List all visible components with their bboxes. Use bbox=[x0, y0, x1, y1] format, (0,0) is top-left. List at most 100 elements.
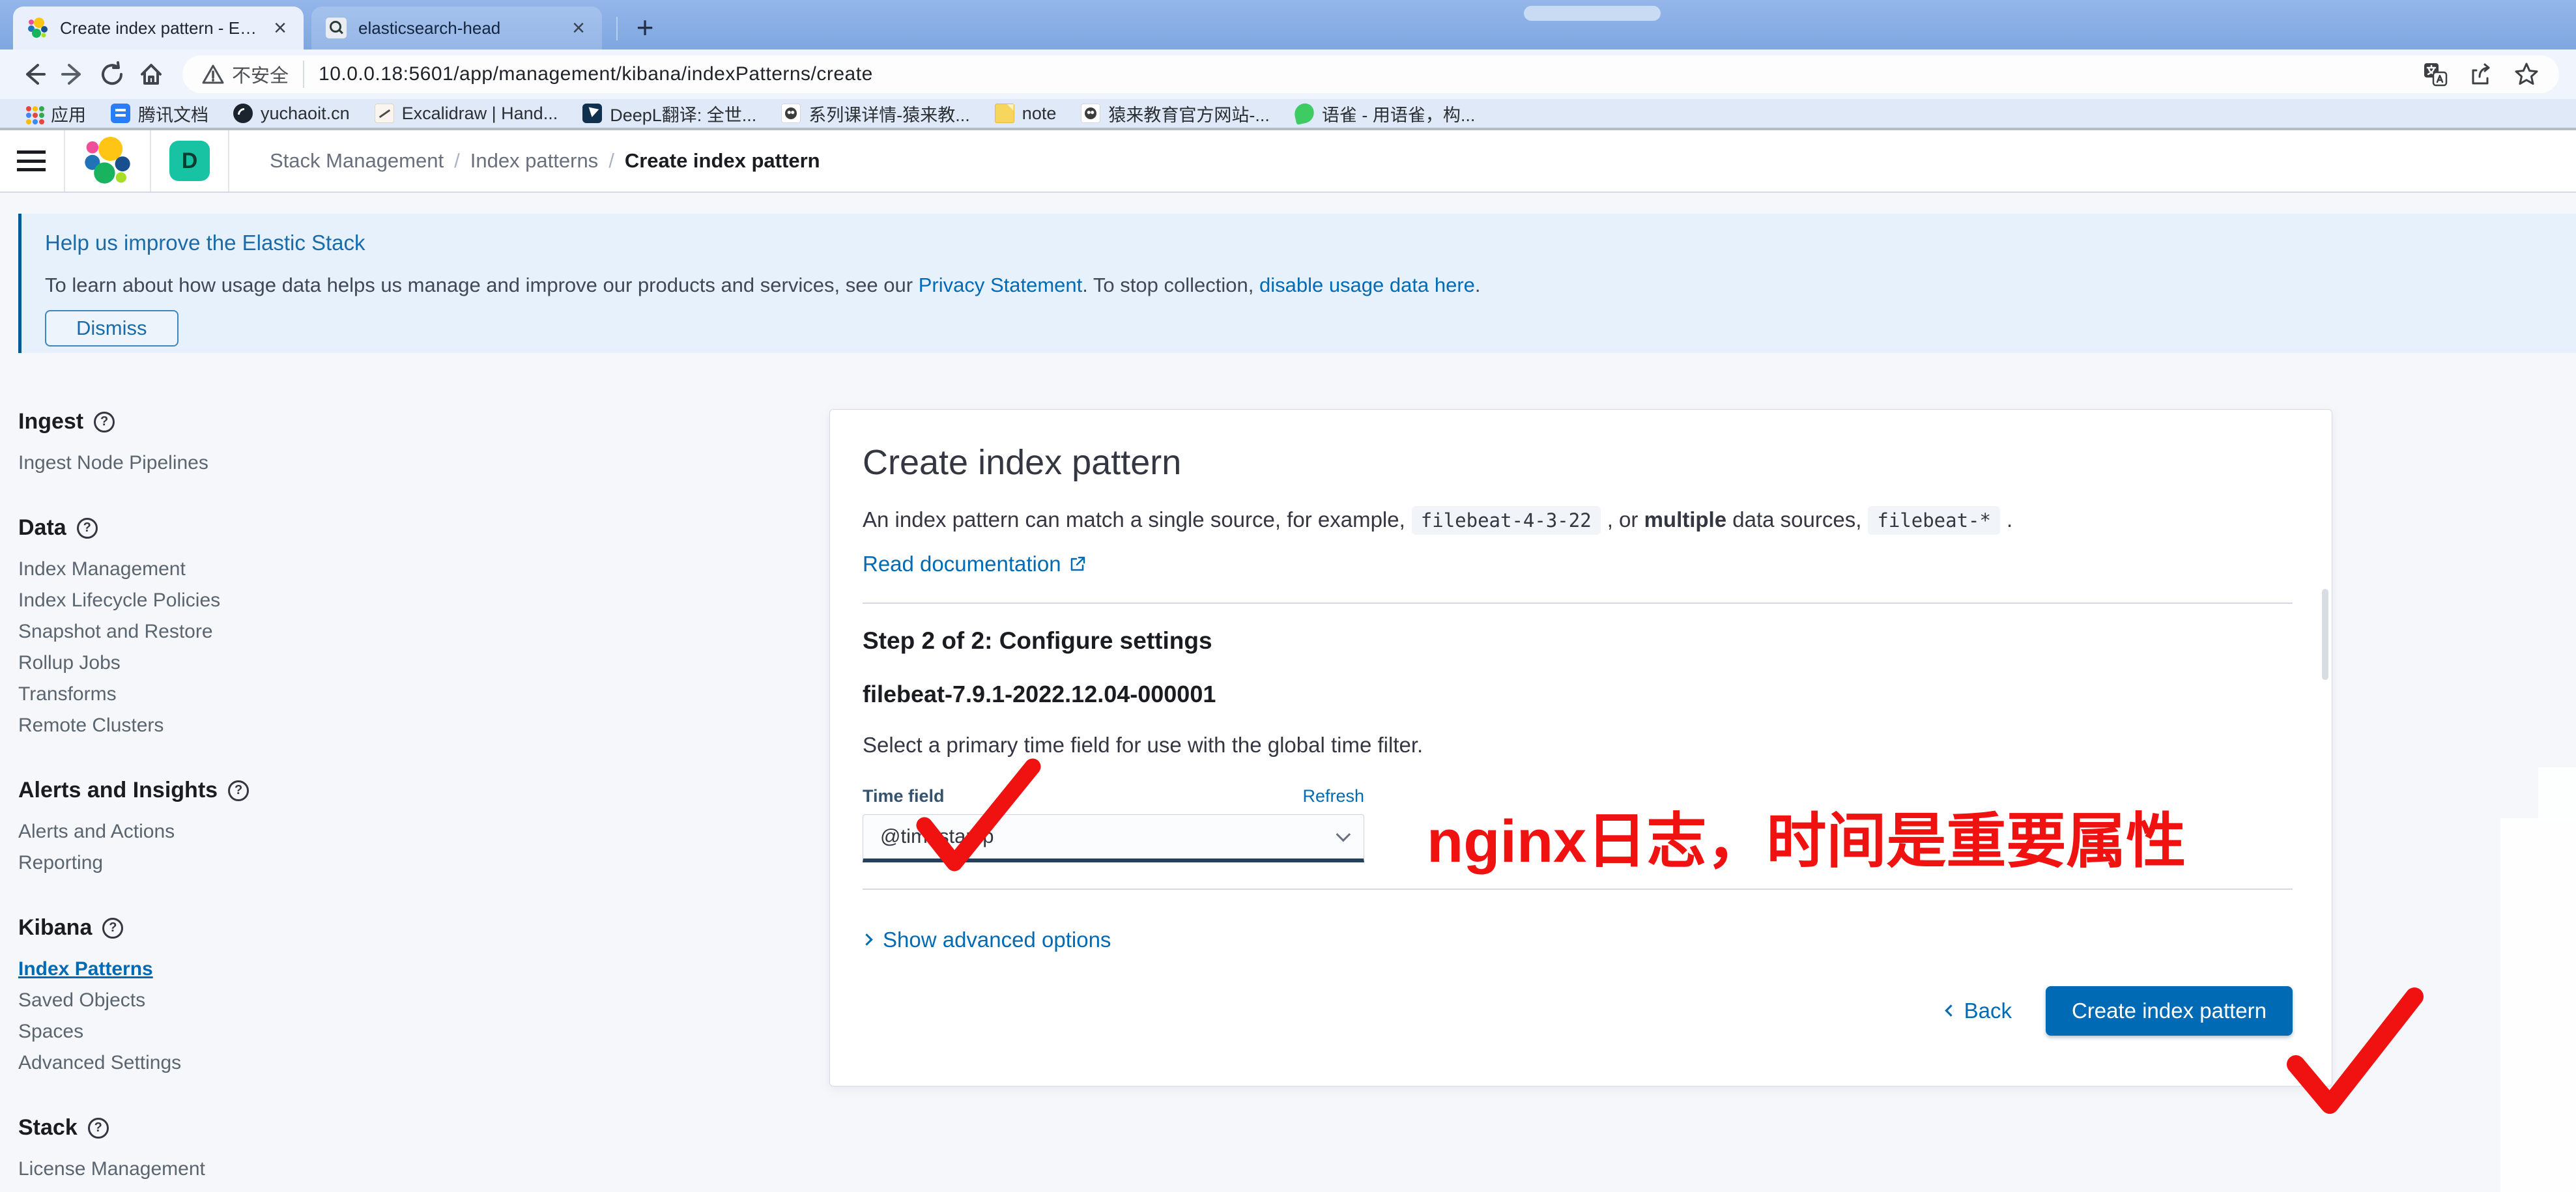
security-chip[interactable]: 不安全 bbox=[202, 61, 304, 88]
external-link-icon bbox=[1069, 556, 1086, 573]
bookmark-yuque[interactable]: 语雀 - 用语雀，构... bbox=[1287, 101, 1483, 126]
bookmark-apps[interactable]: 应用 bbox=[16, 101, 94, 126]
section-title: Kibana bbox=[18, 915, 92, 941]
sidebar-section-data: Data Index Management Index Lifecycle Po… bbox=[18, 515, 305, 741]
sidebar-section-stack: Stack License Management bbox=[18, 1115, 305, 1185]
address-bar[interactable]: 不安全 10.0.0.18:5601/app/management/kibana… bbox=[182, 55, 2559, 93]
hamburger-menu-icon[interactable] bbox=[17, 150, 46, 171]
share-icon[interactable] bbox=[2468, 61, 2494, 87]
sidebar-item-saved-objects[interactable]: Saved Objects bbox=[18, 985, 305, 1016]
banner-title: Help us improve the Elastic Stack bbox=[45, 231, 2550, 255]
sidebar-section-kibana: Kibana Index Patterns Saved Objects Spac… bbox=[18, 915, 305, 1079]
time-field-select[interactable]: @timestamp bbox=[863, 814, 1364, 862]
bookmark-course-detail[interactable]: 系列课详情-猿来教... bbox=[773, 101, 978, 126]
excalidraw-icon bbox=[375, 104, 394, 123]
forward-button[interactable] bbox=[56, 57, 90, 91]
kibana-page: Help us improve the Elastic Stack To lea… bbox=[0, 193, 2576, 1192]
sidebar-item-index-lifecycle-policies[interactable]: Index Lifecycle Policies bbox=[18, 585, 305, 616]
chevron-left-icon bbox=[1945, 1004, 1956, 1016]
disable-usage-data-link[interactable]: disable usage data here bbox=[1259, 274, 1475, 296]
omnibox-actions bbox=[2422, 61, 2540, 87]
tab-separator bbox=[616, 17, 618, 40]
panel-scrollbar[interactable] bbox=[2322, 589, 2328, 680]
bookmark-tencent-docs[interactable]: 腾讯文档 bbox=[103, 101, 216, 126]
read-documentation-link[interactable]: Read documentation bbox=[863, 552, 2293, 576]
back-button[interactable] bbox=[17, 57, 51, 91]
sidebar-item-remote-clusters[interactable]: Remote Clusters bbox=[18, 710, 305, 741]
home-button[interactable] bbox=[134, 57, 168, 91]
bookmark-star-icon[interactable] bbox=[2513, 61, 2540, 87]
annotation-white-patch bbox=[2500, 818, 2576, 1192]
translate-icon[interactable] bbox=[2422, 61, 2448, 87]
bookmark-excalidraw[interactable]: Excalidraw | Hand... bbox=[367, 101, 566, 126]
chevron-down-icon bbox=[1336, 827, 1351, 842]
sidebar-item-advanced-settings[interactable]: Advanced Settings bbox=[18, 1047, 305, 1079]
tab-close-icon[interactable]: × bbox=[271, 17, 289, 39]
elastic-logo[interactable] bbox=[83, 137, 132, 185]
section-title: Data bbox=[18, 515, 66, 541]
tab-close-icon[interactable]: × bbox=[569, 17, 588, 39]
reload-icon bbox=[98, 60, 126, 89]
sidebar-item-license-management[interactable]: License Management bbox=[18, 1154, 305, 1185]
privacy-statement-link[interactable]: Privacy Statement bbox=[919, 274, 1083, 296]
sidebar-item-reporting[interactable]: Reporting bbox=[18, 847, 305, 879]
header-separator bbox=[64, 130, 65, 192]
breadcrumb-index-patterns[interactable]: Index patterns bbox=[470, 149, 614, 173]
back-button[interactable]: Back bbox=[1947, 999, 2012, 1023]
page-title: Create index pattern bbox=[863, 442, 2293, 483]
breadcrumb-create-index-pattern: Create index pattern bbox=[625, 149, 820, 173]
security-label: 不安全 bbox=[232, 61, 289, 88]
elasticsearch-head-favicon bbox=[326, 18, 347, 38]
back-arrow-icon bbox=[20, 60, 48, 89]
header-separator bbox=[228, 130, 229, 192]
tab-strip: Create index pattern - Elastic × elastic… bbox=[0, 0, 2576, 50]
time-field-hint: Select a primary time field for use with… bbox=[863, 733, 2293, 758]
create-index-pattern-button[interactable]: Create index pattern bbox=[2046, 986, 2293, 1036]
bookmark-yuanlai-site[interactable]: 猿来教育官方网站-... bbox=[1073, 101, 1278, 126]
tab-elasticsearch-head[interactable]: elasticsearch-head × bbox=[311, 7, 602, 50]
breadcrumb-stack-management[interactable]: Stack Management bbox=[270, 149, 460, 173]
code-example-single: filebeat-4-3-22 bbox=[1412, 506, 1601, 535]
help-icon bbox=[94, 412, 115, 433]
sidebar-item-snapshot-and-restore[interactable]: Snapshot and Restore bbox=[18, 616, 305, 647]
elastic-favicon bbox=[27, 18, 48, 38]
sidebar-item-ingest-node-pipelines[interactable]: Ingest Node Pipelines bbox=[18, 447, 305, 479]
bookmark-deepl[interactable]: DeepL翻译: 全世... bbox=[575, 101, 764, 126]
header-separator bbox=[150, 130, 151, 192]
section-title: Stack bbox=[18, 1115, 78, 1141]
help-icon bbox=[228, 780, 249, 801]
sidebar-item-spaces[interactable]: Spaces bbox=[18, 1016, 305, 1047]
section-title: Alerts and Insights bbox=[18, 778, 218, 803]
tab-title: elasticsearch-head bbox=[358, 18, 558, 38]
refresh-link[interactable]: Refresh bbox=[1302, 786, 1364, 806]
tab-create-index-pattern[interactable]: Create index pattern - Elastic × bbox=[13, 7, 304, 50]
url-text: 10.0.0.18:5601/app/management/kibana/ind… bbox=[319, 63, 2409, 85]
deepl-icon bbox=[582, 104, 602, 123]
sidebar-item-alerts-and-actions[interactable]: Alerts and Actions bbox=[18, 816, 305, 847]
management-sidebar: Ingest Ingest Node Pipelines Data Index … bbox=[18, 409, 305, 1192]
banner-body: To learn about how usage data helps us m… bbox=[45, 274, 2550, 297]
time-field-label: Time field bbox=[863, 786, 945, 806]
sidebar-item-transforms[interactable]: Transforms bbox=[18, 679, 305, 710]
sidebar-section-ingest: Ingest Ingest Node Pipelines bbox=[18, 409, 305, 479]
browser-window: { "browser": { "tabs": [ { "title": "Cre… bbox=[0, 0, 2576, 1192]
help-icon bbox=[77, 518, 98, 539]
time-field-value: @timestamp bbox=[880, 825, 994, 848]
telemetry-banner: Help us improve the Elastic Stack To lea… bbox=[18, 214, 2576, 353]
bookmark-note[interactable]: note bbox=[987, 101, 1065, 126]
dismiss-button[interactable]: Dismiss bbox=[45, 310, 179, 347]
intro-text: An index pattern can match a single sour… bbox=[863, 504, 2293, 536]
space-avatar[interactable]: D bbox=[169, 141, 210, 181]
help-icon bbox=[88, 1118, 109, 1139]
create-index-pattern-panel: Create index pattern An index pattern ca… bbox=[829, 409, 2332, 1086]
reload-button[interactable] bbox=[95, 57, 129, 91]
panel-footer: Back Create index pattern bbox=[863, 986, 2293, 1036]
bookmark-yuchaoit[interactable]: yuchaoit.cn bbox=[225, 101, 358, 126]
new-tab-button[interactable]: + bbox=[627, 9, 663, 46]
show-advanced-options[interactable]: Show advanced options bbox=[863, 928, 2293, 952]
sidebar-item-index-patterns[interactable]: Index Patterns bbox=[18, 954, 305, 985]
section-title: Ingest bbox=[18, 409, 83, 434]
sidebar-item-index-management[interactable]: Index Management bbox=[18, 554, 305, 585]
browser-toolbar: 不安全 10.0.0.18:5601/app/management/kibana… bbox=[0, 50, 2576, 99]
sidebar-item-rollup-jobs[interactable]: Rollup Jobs bbox=[18, 647, 305, 679]
